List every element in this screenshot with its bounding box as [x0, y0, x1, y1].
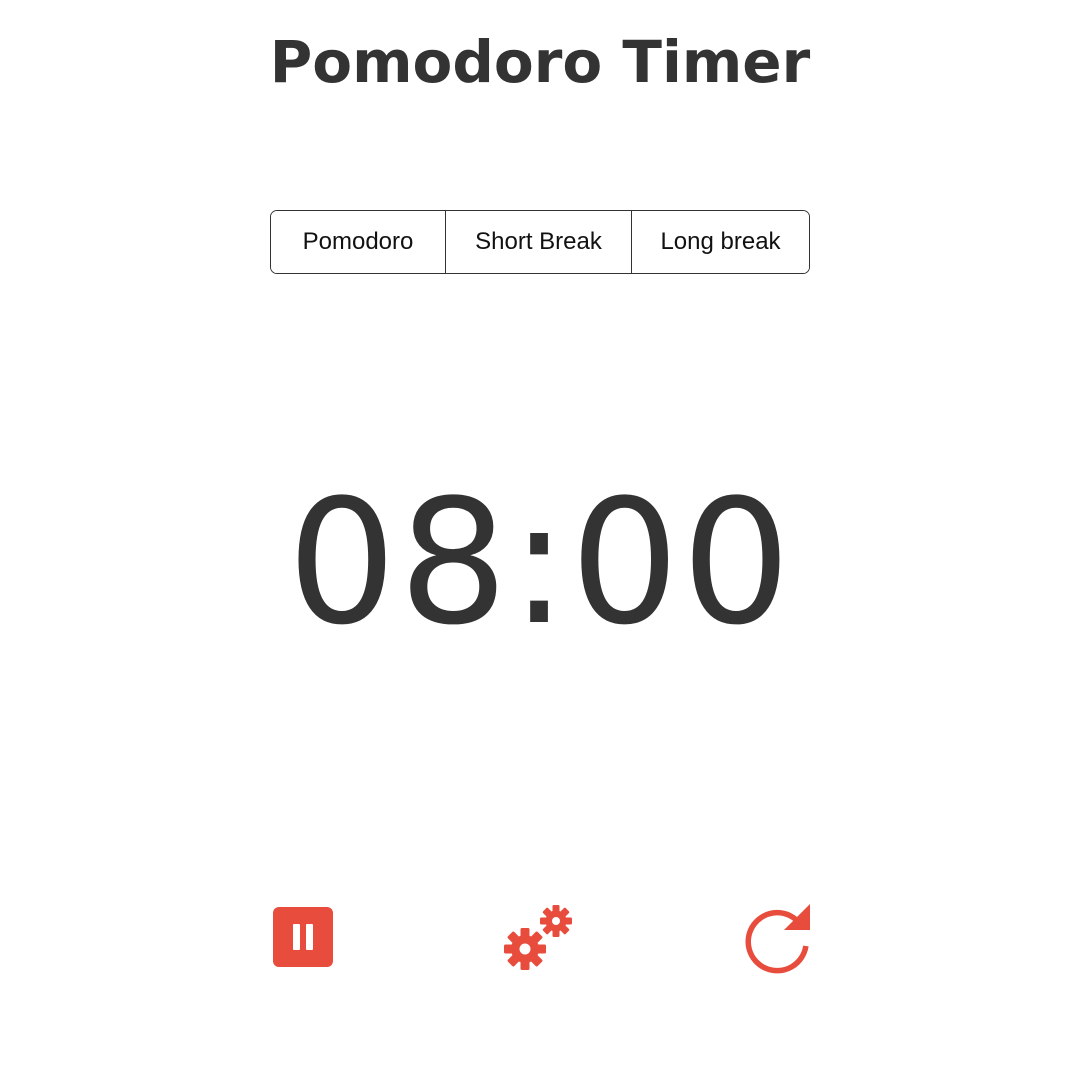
mode-short-break-button[interactable]: Short Break	[445, 211, 631, 273]
app-title: Pomodoro Timer	[269, 28, 811, 96]
pause-button[interactable]	[273, 907, 333, 967]
pause-bar-right	[306, 924, 313, 950]
mode-long-break-button[interactable]: Long break	[631, 211, 809, 273]
settings-button[interactable]	[504, 903, 576, 973]
pomodoro-app: Pomodoro Timer Pomodoro Short Break Long…	[0, 0, 1080, 1080]
pause-bar-left	[293, 924, 300, 950]
reset-icon	[745, 904, 810, 974]
timer-display: 08:00	[287, 462, 793, 663]
mode-selector: Pomodoro Short Break Long break	[270, 210, 810, 274]
reset-button[interactable]	[740, 902, 814, 974]
gears-icon	[504, 905, 572, 970]
mode-pomodoro-button[interactable]: Pomodoro	[271, 211, 445, 273]
